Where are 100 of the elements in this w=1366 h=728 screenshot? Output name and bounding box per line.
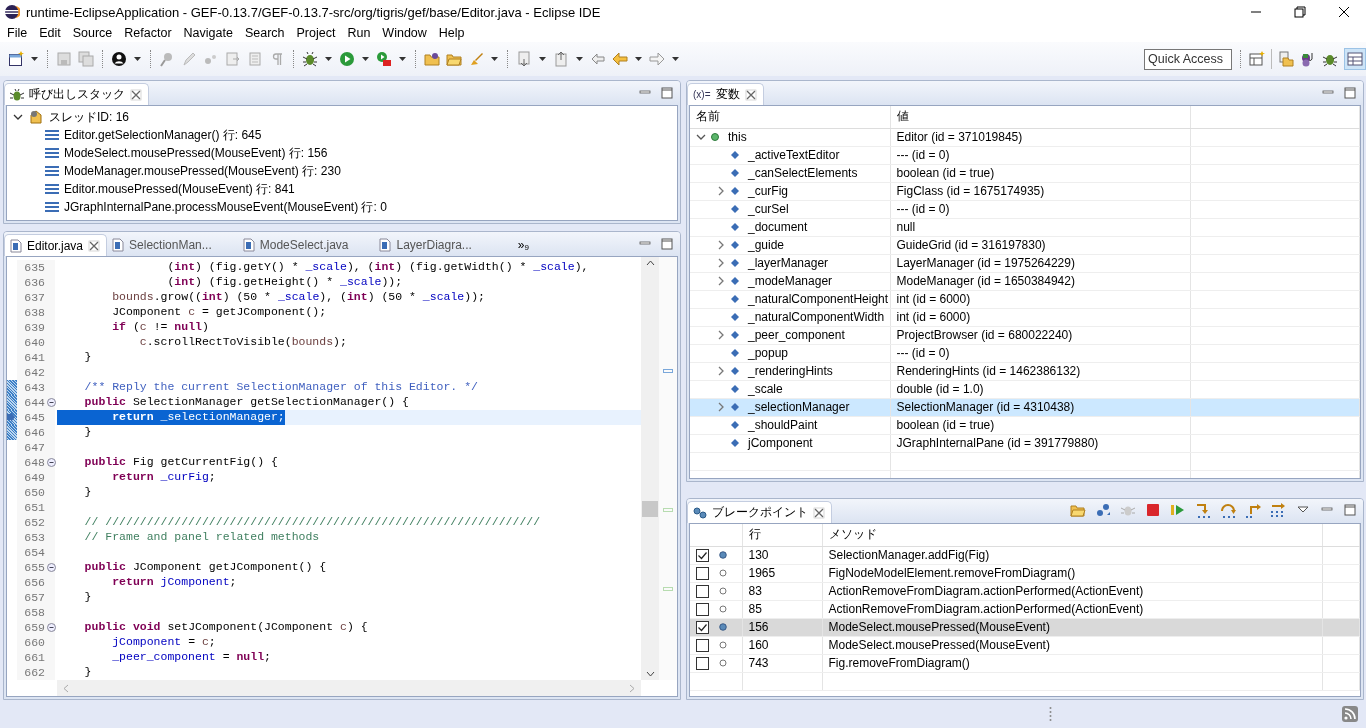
- fold-icon[interactable]: [47, 458, 56, 467]
- checkbox[interactable]: [696, 602, 709, 616]
- collapsed-chevron-icon[interactable]: [716, 240, 726, 250]
- maximize-icon[interactable]: [1343, 86, 1357, 100]
- step-into-icon[interactable]: [1195, 502, 1211, 518]
- quick-access-field[interactable]: Quick Access: [1144, 48, 1232, 70]
- menu-item[interactable]: Run: [341, 26, 377, 40]
- stack-frame[interactable]: ModeManager.mousePressed(MouseEvent) 行: 230: [64, 162, 341, 180]
- restore-icon[interactable]: [1294, 6, 1306, 18]
- stack-frame[interactable]: Editor.getSelectionManager() 行: 645: [64, 126, 262, 144]
- previous-annotation-icon[interactable]: [553, 51, 569, 67]
- fold-icon[interactable]: [47, 563, 56, 572]
- maximize-icon[interactable]: [660, 237, 674, 251]
- collapsed-chevron-icon[interactable]: [716, 186, 726, 196]
- caret-icon[interactable]: [634, 55, 643, 63]
- view-tab[interactable]: LayerDiagra...: [374, 234, 498, 256]
- feed-icon[interactable]: [1342, 706, 1358, 722]
- caret-icon[interactable]: [30, 55, 39, 63]
- collapsed-chevron-icon[interactable]: [716, 258, 726, 268]
- line-number: 654: [17, 545, 55, 560]
- tab-overflow[interactable]: »$_{9}$: [497, 238, 529, 256]
- collapsed-chevron-icon[interactable]: [716, 330, 726, 340]
- fold-icon[interactable]: [47, 398, 56, 407]
- stack-frame[interactable]: ModeSelect.mousePressed(MouseEvent) 行: 156: [64, 144, 328, 162]
- checkbox[interactable]: [696, 548, 709, 562]
- menu-item[interactable]: Project: [290, 26, 342, 40]
- caret-icon[interactable]: [133, 55, 142, 63]
- forward-icon[interactable]: [649, 51, 665, 67]
- menu-item[interactable]: Help: [432, 26, 471, 40]
- view-tab[interactable]: Editor.java: [4, 234, 108, 256]
- collapsed-chevron-icon[interactable]: [716, 276, 726, 286]
- stack-frame[interactable]: JGraphInternalPane.processMouseEvent(MouseEvent) 行: 0: [64, 198, 387, 216]
- fold-icon[interactable]: [47, 623, 56, 632]
- layout-toggle[interactable]: [1344, 48, 1366, 70]
- checkbox[interactable]: [696, 584, 709, 598]
- column-header[interactable]: 名前: [690, 106, 890, 128]
- menu-item[interactable]: Window: [376, 26, 433, 40]
- expanded-chevron-icon[interactable]: [13, 112, 23, 122]
- collapsed-chevron-icon[interactable]: [716, 402, 726, 412]
- caret-icon[interactable]: [538, 55, 547, 63]
- overview-marker[interactable]: [663, 369, 673, 373]
- checkbox[interactable]: [696, 566, 709, 580]
- maximize-icon[interactable]: [1343, 503, 1357, 517]
- menu-item[interactable]: Source: [66, 26, 119, 40]
- overview-marker[interactable]: [663, 587, 673, 591]
- open-folder-icon[interactable]: [1070, 502, 1086, 518]
- bug-icon[interactable]: [302, 51, 318, 67]
- column-header[interactable]: メソッド: [822, 524, 1322, 546]
- view-tab[interactable]: ブレークポイント: [687, 501, 832, 523]
- stop-icon[interactable]: [1145, 502, 1161, 518]
- close-icon[interactable]: [1338, 6, 1350, 18]
- expanded-chevron-icon[interactable]: [696, 132, 706, 142]
- menu-item[interactable]: File: [1, 26, 34, 40]
- scroll-down-icon[interactable]: [645, 671, 655, 677]
- brush-icon[interactable]: [468, 51, 484, 67]
- caret-icon[interactable]: [490, 55, 499, 63]
- resize-handle-icon[interactable]: [1049, 706, 1052, 722]
- column-header[interactable]: 値: [890, 106, 1190, 128]
- resource-perspective-icon[interactable]: [1278, 51, 1294, 67]
- breakpoint-enabled-icon: [719, 623, 727, 631]
- collapsed-chevron-icon[interactable]: [716, 366, 726, 376]
- thread-label[interactable]: スレッドID: 16: [49, 108, 129, 126]
- resume-icon[interactable]: [1170, 502, 1186, 518]
- overview-marker[interactable]: [663, 508, 673, 512]
- checkbox[interactable]: [696, 638, 709, 652]
- menu-item[interactable]: Navigate: [177, 26, 239, 40]
- drop-to-frame-icon[interactable]: [1270, 502, 1286, 518]
- maximize-icon[interactable]: [660, 86, 674, 100]
- variable-value: --- (id = 0): [890, 146, 1190, 164]
- step-over-icon[interactable]: [1220, 502, 1236, 518]
- menu-item[interactable]: Refactor: [118, 26, 178, 40]
- checkbox[interactable]: [696, 656, 709, 670]
- open-perspective-icon[interactable]: [1249, 51, 1265, 67]
- run-icon[interactable]: [339, 51, 355, 67]
- column-header[interactable]: 行: [742, 524, 822, 546]
- scroll-up-icon[interactable]: [645, 260, 655, 266]
- checkbox[interactable]: [696, 620, 709, 634]
- next-annotation-icon[interactable]: [516, 51, 532, 67]
- java-perspective-icon[interactable]: [1300, 51, 1316, 67]
- view-tab[interactable]: SelectionMan...: [107, 234, 238, 256]
- vertical-scrollbar[interactable]: [641, 257, 659, 680]
- caret-icon[interactable]: [671, 55, 680, 63]
- back-icon[interactable]: [612, 51, 628, 67]
- stack-frame[interactable]: Editor.mousePressed(MouseEvent) 行: 841: [64, 180, 295, 198]
- line-number: 647: [17, 440, 55, 455]
- menu-item[interactable]: Edit: [33, 26, 67, 40]
- caret-icon[interactable]: [324, 55, 333, 63]
- caret-icon[interactable]: [398, 55, 407, 63]
- scroll-thumb[interactable]: [642, 501, 658, 517]
- view-tab[interactable]: (x)= 変数: [687, 83, 764, 105]
- view-tab[interactable]: 呼び出しスタック: [4, 83, 149, 105]
- run-tools-icon[interactable]: [376, 51, 392, 67]
- step-return-icon[interactable]: [1245, 502, 1261, 518]
- caret-icon[interactable]: [575, 55, 584, 63]
- menu-item[interactable]: Search: [238, 26, 291, 40]
- person-icon[interactable]: [111, 51, 127, 67]
- view-tab[interactable]: ModeSelect.java: [237, 234, 375, 256]
- new-window-icon[interactable]: [8, 51, 24, 67]
- caret-icon[interactable]: [361, 55, 370, 63]
- add-breakpoint-icon[interactable]: [1095, 502, 1111, 518]
